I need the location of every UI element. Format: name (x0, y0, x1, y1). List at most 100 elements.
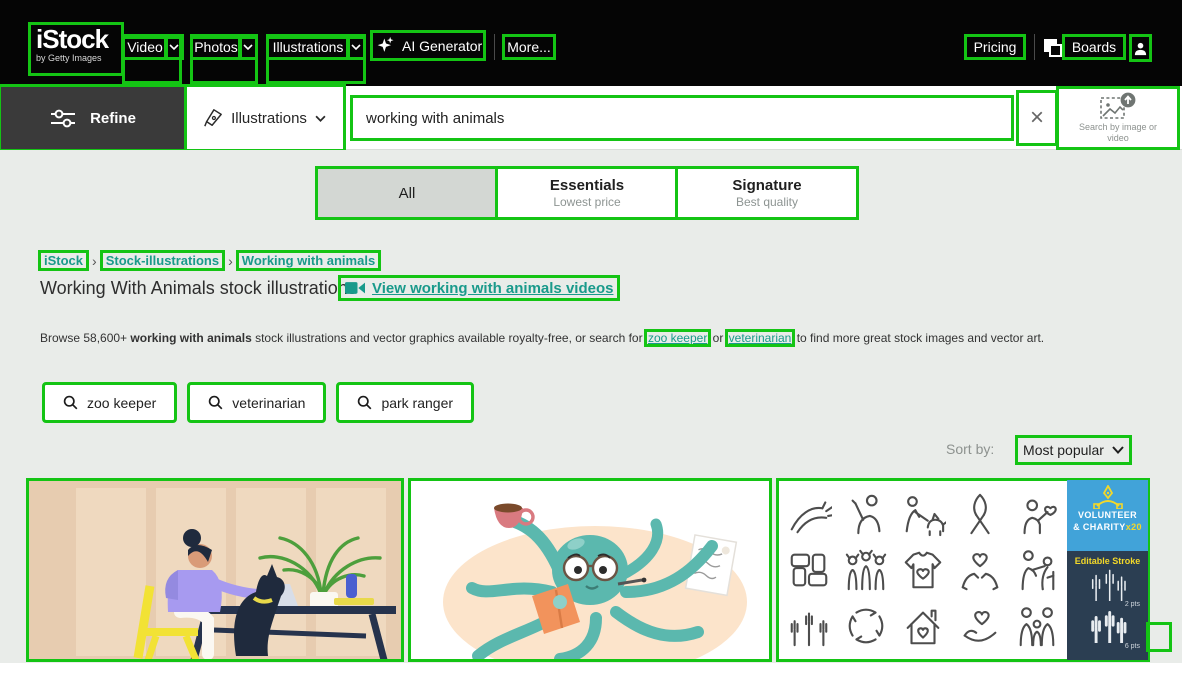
banner-line2: & CHARITYx20 (1073, 521, 1142, 533)
breadcrumb-istock[interactable]: iStock (40, 252, 87, 269)
nav-illustrations[interactable]: Illustrations (268, 36, 348, 58)
istock-logo[interactable]: iStock by Getty Images (30, 24, 122, 74)
sparkle-icon (376, 36, 396, 56)
sort-by-label: Sort by: (946, 441, 994, 457)
close-icon: × (1030, 104, 1044, 132)
user-avatar-icon (1133, 41, 1148, 56)
sort-chevron-down-icon (1112, 446, 1124, 454)
nav-video[interactable]: Video (124, 36, 166, 58)
tab-essentials[interactable]: Essentials Lowest price (497, 168, 677, 218)
image-upload-icon (1099, 92, 1137, 120)
category-chevron-down-icon (315, 115, 326, 122)
house-heart-icon (900, 603, 946, 649)
stroke-weight-label-1: 2 pts (1125, 601, 1140, 609)
helping-hand-icon (786, 491, 832, 537)
video-camera-icon (345, 281, 365, 295)
tab-all-label: All (399, 185, 416, 202)
banner-top: VOLUNTEER & CHARITYx20 (1067, 480, 1148, 551)
search-by-image-button[interactable]: Search by image or video (1058, 88, 1178, 148)
search-icon (357, 395, 372, 410)
search-icon (208, 395, 223, 410)
result-thumbnail-octopus[interactable] (410, 480, 770, 660)
account-button[interactable] (1131, 36, 1150, 60)
breadcrumb: iStock › Stock-illustrations › Working w… (40, 252, 379, 269)
collection-tabs: All Essentials Lowest price Signature Be… (317, 168, 857, 218)
top-navigation-bar: iStock by Getty Images Video Photos Illu… (0, 0, 1182, 86)
photos-chevron-down-icon[interactable] (240, 36, 256, 58)
search-category-dropdown[interactable]: Illustrations (186, 86, 344, 150)
tab-all[interactable]: All (317, 168, 497, 218)
awareness-ribbon-icon (957, 491, 1003, 537)
tab-signature[interactable]: Signature Best quality (677, 168, 857, 218)
person-petting-dog-icon (900, 491, 946, 537)
result-thumbnail-woman-with-dog[interactable] (28, 480, 402, 660)
tab-essentials-subtitle: Lowest price (553, 195, 620, 210)
search-icon (63, 395, 78, 410)
hands-together-circle-icon (843, 603, 889, 649)
view-videos-label: View working with animals videos (372, 280, 613, 297)
sort-dropdown[interactable]: Most popular (1017, 437, 1130, 463)
chip-label: veterinarian (232, 395, 305, 411)
zoo-keeper-link[interactable]: zoo keeper (646, 331, 709, 345)
result-thumbnail-icon-set[interactable]: VOLUNTEER & CHARITYx20 Editable Stroke 2… (778, 480, 1148, 660)
hands-holding-heart-icon (957, 547, 1003, 593)
illustration-octopus-working (410, 480, 770, 660)
editable-stroke-label: Editable Stroke (1075, 555, 1141, 567)
view-videos-link[interactable]: View working with animals videos (340, 277, 618, 299)
heart-in-hand-icon (957, 603, 1003, 649)
stroke-weight-label-2: 6 pts (1125, 643, 1140, 651)
pen-nib-icon (203, 108, 223, 128)
related-searches: zoo keeper veterinarian park ranger (44, 384, 472, 421)
raising-hand-person-icon (843, 491, 889, 537)
description-conjunction: or (709, 331, 726, 345)
veterinarian-link[interactable]: veterinarian (727, 331, 794, 345)
clear-search-button[interactable]: × (1018, 92, 1056, 144)
description-bold-term: working with animals (130, 331, 251, 345)
sort-value: Most popular (1023, 442, 1104, 458)
tab-essentials-label: Essentials (550, 177, 624, 195)
logo-subtitle: by Getty Images (36, 53, 116, 63)
chip-label: park ranger (381, 395, 453, 411)
logo-title: iStock (36, 26, 116, 52)
nav-ai-generator[interactable]: AI Generator (372, 32, 484, 59)
description-prefix: Browse 58,600+ (40, 331, 130, 345)
teamwork-hands-icon (786, 547, 832, 593)
person-with-heart-icon (1014, 491, 1060, 537)
cheering-group-icon (843, 547, 889, 593)
chip-veterinarian[interactable]: veterinarian (189, 384, 324, 421)
breadcrumb-separator: › (87, 253, 102, 269)
chip-label: zoo keeper (87, 395, 156, 411)
refine-label: Refine (90, 110, 136, 127)
nav-more[interactable]: More... (504, 36, 554, 58)
tab-signature-subtitle: Best quality (736, 195, 798, 210)
illustrations-chevron-down-icon[interactable] (348, 36, 364, 58)
video-chevron-down-icon[interactable] (166, 36, 182, 58)
icon-pack-banner: VOLUNTEER & CHARITYx20 Editable Stroke 2… (1067, 480, 1148, 660)
nav-photos[interactable]: Photos (192, 36, 240, 58)
banner-count-badge: x20 (1126, 522, 1142, 532)
nav-divider-2 (1034, 34, 1035, 60)
ai-generator-label: AI Generator (402, 38, 482, 54)
hands-sample-2pt (1086, 567, 1130, 601)
search-input[interactable] (352, 97, 1012, 139)
breadcrumb-stock-illustrations[interactable]: Stock-illustrations (102, 252, 223, 269)
refine-button[interactable]: Refine (0, 86, 186, 150)
chip-zoo-keeper[interactable]: zoo keeper (44, 384, 175, 421)
search-category-label: Illustrations (231, 110, 307, 127)
tshirt-heart-icon (900, 547, 946, 593)
chip-park-ranger[interactable]: park ranger (338, 384, 472, 421)
nav-pricing[interactable]: Pricing (966, 36, 1024, 58)
banner-line1: VOLUNTEER (1078, 509, 1137, 521)
pen-tool-icon (1093, 485, 1123, 509)
illustration-woman-dog-desk (28, 480, 402, 660)
tab-signature-label: Signature (732, 177, 801, 195)
raised-hands-icon (786, 603, 832, 649)
nav-boards[interactable]: Boards (1064, 36, 1124, 58)
description-suffix: to find more great stock images and vect… (793, 331, 1044, 345)
nav-divider (494, 34, 495, 60)
description-middle: stock illustrations and vector graphics … (252, 331, 646, 345)
breadcrumb-working-with-animals[interactable]: Working with animals (238, 252, 379, 269)
page-title: Working With Animals stock illustrations (40, 278, 357, 299)
filter-sliders-icon (50, 107, 76, 129)
breadcrumb-separator-2: › (223, 253, 238, 269)
